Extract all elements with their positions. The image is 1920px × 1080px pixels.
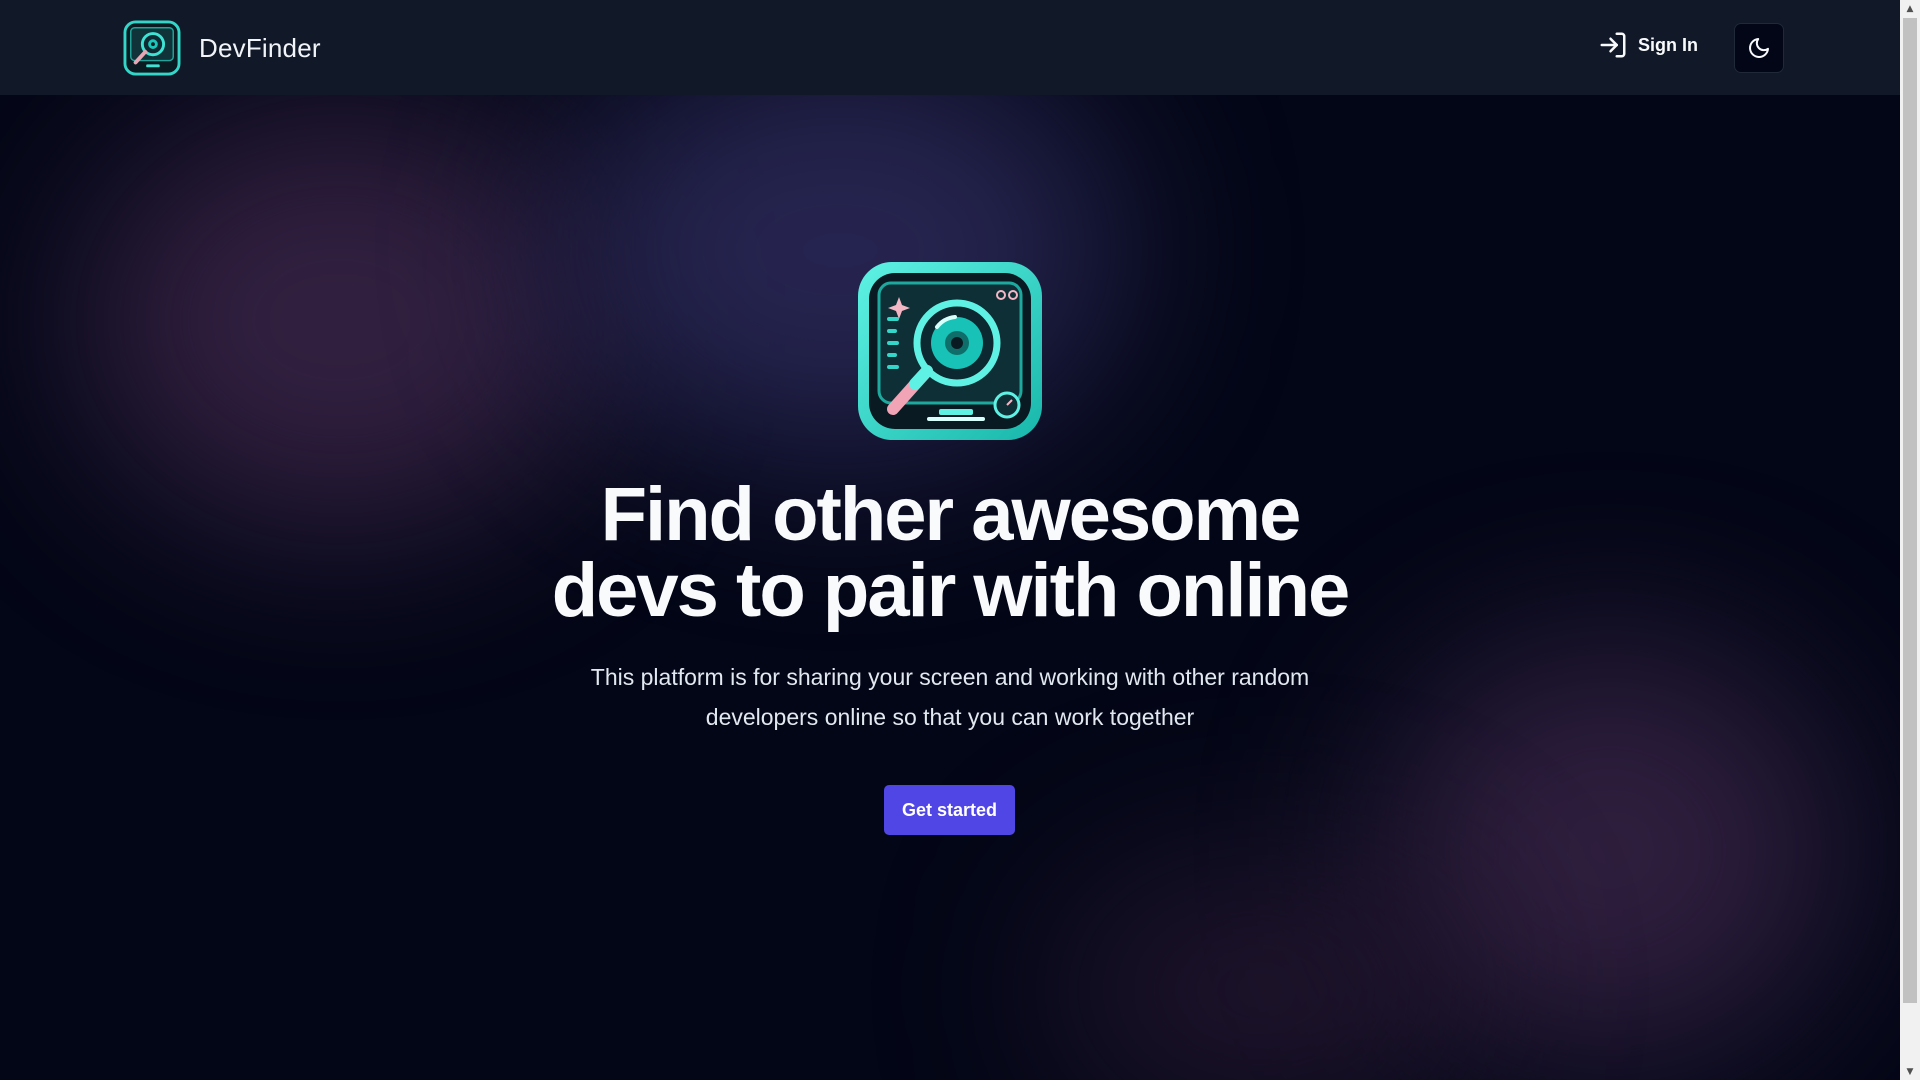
brand-name: DevFinder bbox=[199, 32, 321, 63]
page: DevFinder Sign In Find other awesome dev… bbox=[0, 0, 1900, 1080]
vertical-scrollbar[interactable]: ▲ ▼ bbox=[1900, 0, 1920, 1080]
devfinder-logo-icon bbox=[123, 20, 181, 76]
scrollbar-thumb[interactable] bbox=[1903, 18, 1917, 1003]
sign-in-label: Sign In bbox=[1638, 34, 1698, 55]
hero-section: Find other awesome devs to pair with onl… bbox=[0, 95, 1900, 1080]
subtitle-line: This platform is for sharing your screen… bbox=[590, 664, 1310, 690]
get-started-button[interactable]: Get started bbox=[884, 785, 1015, 835]
hero-subtitle: This platform is for sharing your screen… bbox=[540, 657, 1360, 737]
headline-line: Find other awesome bbox=[600, 472, 1302, 557]
scroll-up-arrow-icon[interactable]: ▲ bbox=[1900, 0, 1920, 17]
moon-icon bbox=[1749, 38, 1769, 58]
sign-in-button[interactable]: Sign In bbox=[1598, 30, 1698, 60]
top-nav: DevFinder Sign In bbox=[0, 0, 1900, 95]
headline-line: devs to pair with online bbox=[551, 548, 1351, 633]
log-in-icon bbox=[1600, 32, 1626, 58]
theme-toggle-button[interactable] bbox=[1734, 23, 1784, 73]
hero-headline: Find other awesome devs to pair with onl… bbox=[450, 477, 1450, 629]
subtitle-line: developers online so that you can work t… bbox=[705, 704, 1195, 730]
devfinder-logo-icon bbox=[858, 262, 1042, 440]
brand-home-link[interactable]: DevFinder bbox=[123, 20, 321, 76]
scroll-down-arrow-icon[interactable]: ▼ bbox=[1900, 1063, 1920, 1080]
